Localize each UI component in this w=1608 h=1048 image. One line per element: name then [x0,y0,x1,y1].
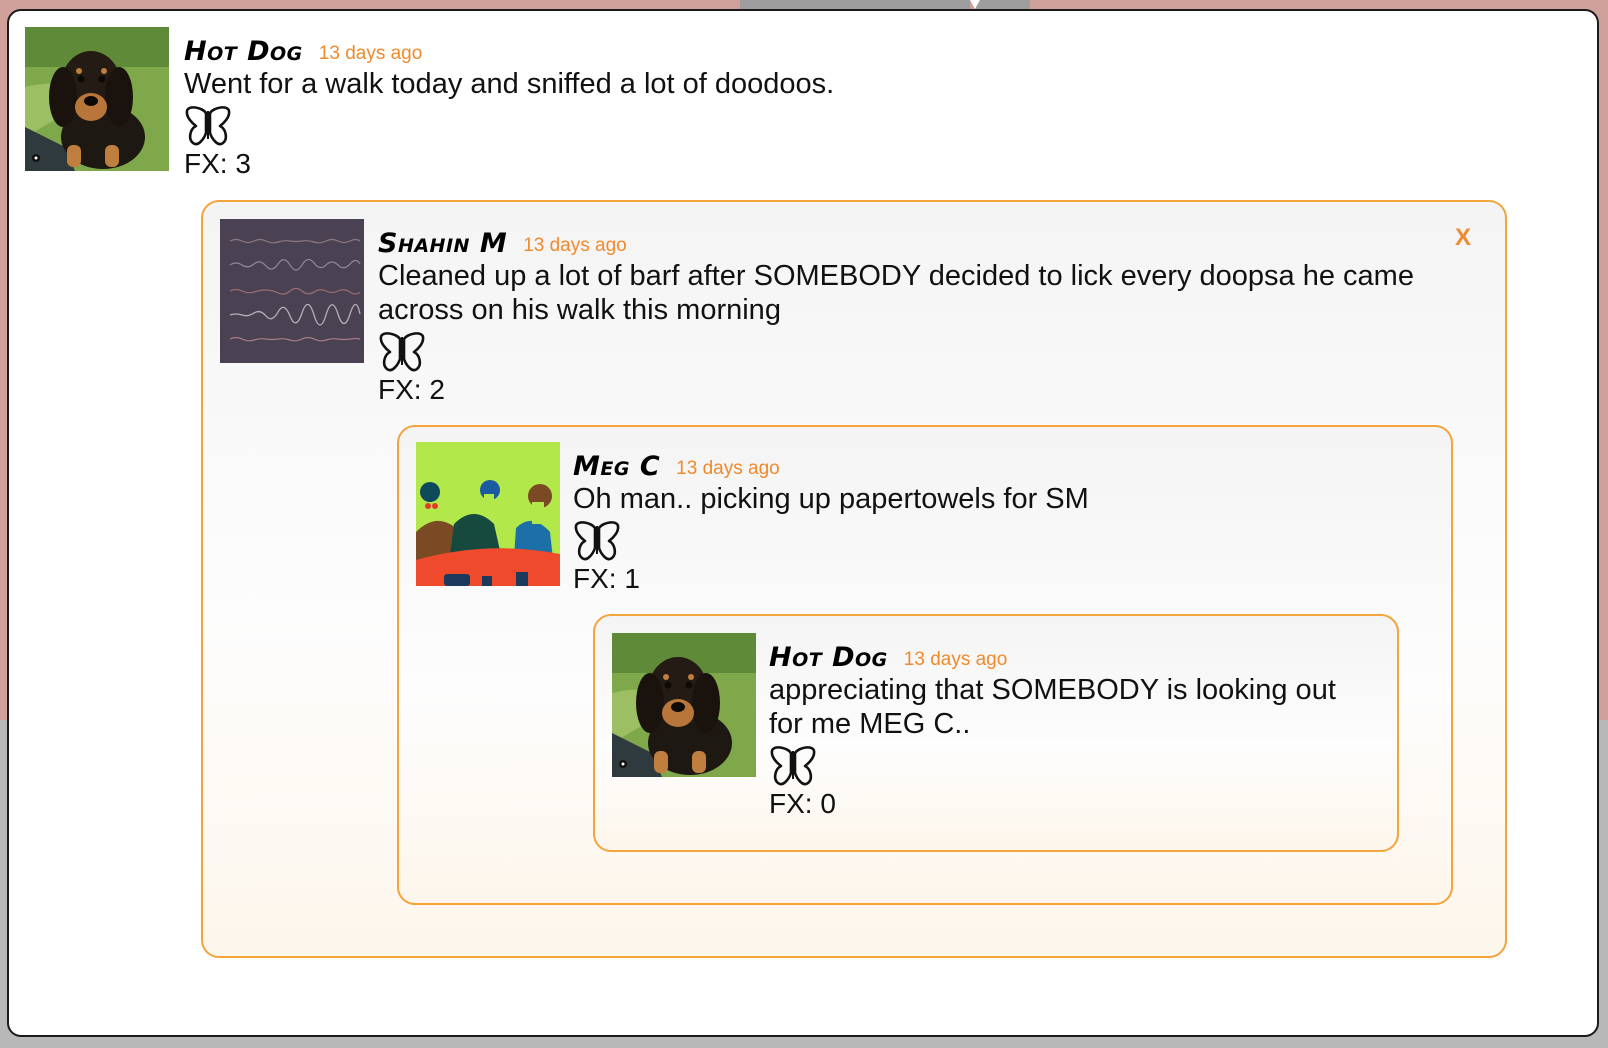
post-timestamp: 13 days ago [523,235,627,256]
fx-count: FX: 0 [769,788,836,819]
post-body: Meg C 13 days ago Oh man.. picking up pa… [573,444,1433,596]
fx-count: FX: 3 [184,148,251,179]
butterfly-icon[interactable] [573,520,621,564]
post-author[interactable]: Shahin M [378,229,507,259]
post-author[interactable]: Hot Dog [184,37,303,67]
avatar-dachshund-puppy[interactable] [612,633,756,777]
fx-count: FX: 2 [378,374,445,405]
fx-count: FX: 1 [573,563,640,594]
post-timestamp: 13 days ago [903,649,1008,670]
avatar-three-people-illustration[interactable] [416,442,560,586]
post-message: Oh man.. picking up papertowels for SM [573,483,1089,515]
close-reply-button[interactable]: X [1455,224,1471,252]
post-author[interactable]: Hot Dog [769,643,888,673]
post-thread-card: Hot Dog 13 days ago Went for a walk toda… [7,9,1599,1037]
post-body: Hot Dog 13 days ago appreciating that SO… [769,635,1369,821]
post-message: Went for a walk today and sniffed a lot … [184,68,835,100]
post-timestamp: 13 days ago [676,458,780,479]
post-body: Shahin M 13 days ago Cleaned up a lot of… [378,221,1468,407]
post-timestamp: 13 days ago [318,43,423,64]
butterfly-icon[interactable] [769,745,817,789]
post-message: appreciating that SOMEBODY is looking ou… [769,674,1336,740]
avatar-dachshund-puppy[interactable] [25,27,169,171]
butterfly-icon[interactable] [184,105,232,149]
post-message: Cleaned up a lot of barf after SOMEBODY … [378,260,1414,326]
avatar-waveform-art[interactable] [220,219,364,363]
post-author[interactable]: Meg C [573,452,660,482]
reply-container: Meg C 13 days ago Oh man.. picking up pa… [397,425,1453,905]
background-notch [970,0,980,9]
reply-container: Hot Dog 13 days ago appreciating that SO… [593,614,1399,852]
post-body: Hot Dog 13 days ago Went for a walk toda… [184,29,1564,181]
reply-container: Shahin M 13 days ago Cleaned up a lot of… [201,200,1507,958]
butterfly-icon[interactable] [378,331,426,375]
